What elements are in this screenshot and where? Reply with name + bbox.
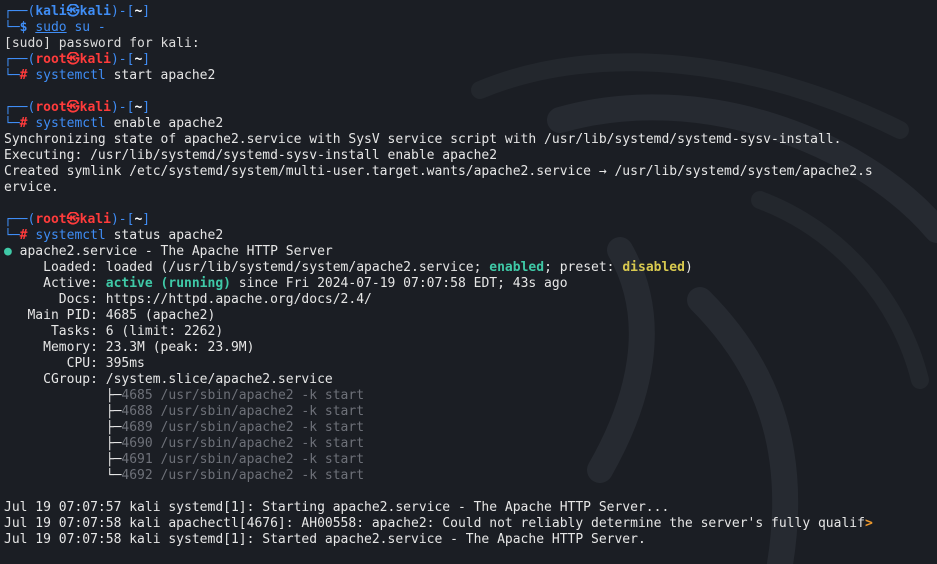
process-tree-item: ├─4689 /usr/sbin/apache2 -k start bbox=[4, 420, 365, 435]
process-tree-item: ├─4690 /usr/sbin/apache2 -k start bbox=[4, 436, 365, 451]
process-tree-item: └─4692 /usr/sbin/apache2 -k start bbox=[4, 468, 365, 483]
prompt-command-line: └─# systemctl start apache2 bbox=[4, 68, 216, 83]
sudo-password-prompt: [sudo] password for kali: bbox=[4, 36, 200, 51]
service-loaded: Loaded: loaded (/usr/lib/systemd/system/… bbox=[4, 260, 693, 275]
prompt-command-line: └─# systemctl status apache2 bbox=[4, 228, 224, 243]
process-tree-item: ├─4691 /usr/sbin/apache2 -k start bbox=[4, 452, 365, 467]
journal-log-line: Jul 19 07:07:57 kali systemd[1]: Startin… bbox=[4, 500, 670, 515]
output-line: Created symlink /etc/systemd/system/mult… bbox=[4, 164, 873, 179]
command-args: start apache2 bbox=[113, 68, 216, 83]
process-tree-item: ├─4688 /usr/sbin/apache2 -k start bbox=[4, 404, 365, 419]
command-name: systemctl bbox=[35, 116, 106, 131]
prompt-header: ┌──(root㉿kali)-[~] bbox=[4, 100, 151, 115]
command-args: status apache2 bbox=[113, 228, 224, 243]
output-line: Executing: /usr/lib/systemd/systemd-sysv… bbox=[4, 148, 498, 163]
command-args: su - bbox=[74, 20, 106, 35]
command-name: sudo bbox=[35, 20, 67, 35]
output-line: ervice. bbox=[4, 180, 59, 195]
prompt-command-line: └─$ sudo su - bbox=[4, 20, 106, 35]
preset-status: disabled bbox=[622, 260, 685, 275]
output-line: Synchronizing state of apache2.service w… bbox=[4, 132, 842, 147]
prompt-header: ┌──(root㉿kali)-[~] bbox=[4, 52, 151, 67]
service-cgroup: CGroup: /system.slice/apache2.service bbox=[4, 372, 333, 387]
process-tree-item: ├─4685 /usr/sbin/apache2 -k start bbox=[4, 388, 365, 403]
service-main-pid: Main PID: 4685 (apache2) bbox=[4, 308, 216, 323]
service-tasks: Tasks: 6 (limit: 2262) bbox=[4, 324, 224, 339]
enabled-status: enabled bbox=[489, 260, 545, 275]
service-active: Active: active (running) since Fri 2024-… bbox=[4, 276, 568, 291]
terminal-output: ┌──(kali㉿kali)-[~] └─$ sudo su - [sudo] … bbox=[4, 4, 937, 548]
command-name: systemctl bbox=[35, 68, 106, 83]
service-cpu: CPU: 395ms bbox=[4, 356, 145, 371]
journal-log-line: Jul 19 07:07:58 kali systemd[1]: Started… bbox=[4, 532, 646, 547]
status-dot-icon: ● bbox=[4, 244, 12, 259]
prompt-header: ┌──(root㉿kali)-[~] bbox=[4, 212, 151, 227]
truncation-marker: > bbox=[864, 516, 873, 531]
service-docs: Docs: https://httpd.apache.org/docs/2.4/ bbox=[4, 292, 372, 307]
active-state: active (running) bbox=[105, 276, 231, 291]
service-memory: Memory: 23.3M (peak: 23.9M) bbox=[4, 340, 255, 355]
command-name: systemctl bbox=[35, 228, 106, 243]
service-title: ● apache2.service - The Apache HTTP Serv… bbox=[4, 244, 333, 259]
command-args: enable apache2 bbox=[113, 116, 224, 131]
journal-log-line: Jul 19 07:07:58 kali apachectl[4676]: AH… bbox=[4, 516, 873, 531]
prompt-command-line: └─# systemctl enable apache2 bbox=[4, 116, 224, 131]
prompt-header: ┌──(kali㉿kali)-[~] bbox=[4, 4, 151, 19]
